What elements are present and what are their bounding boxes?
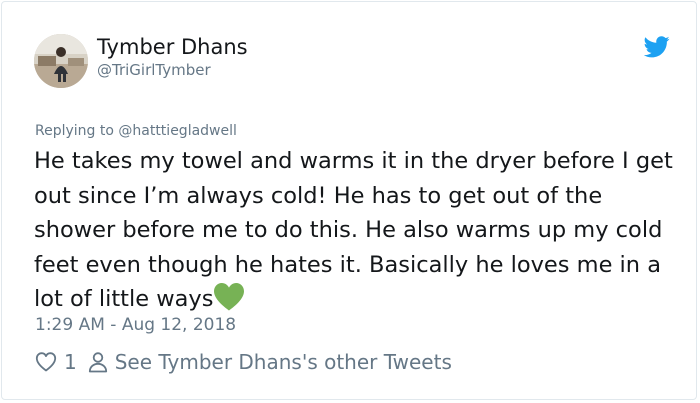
- like-count[interactable]: 1: [64, 350, 77, 374]
- reply-context[interactable]: Replying to @hatttiegladwell: [35, 122, 237, 140]
- green-heart-emoji: [213, 282, 245, 311]
- avatar-photo: [34, 34, 88, 88]
- heart-outline-icon[interactable]: [35, 351, 57, 373]
- twitter-bird-icon[interactable]: [644, 36, 670, 58]
- tweet-text: He takes my towel and warms it in the dr…: [34, 148, 673, 312]
- avatar[interactable]: [34, 34, 88, 88]
- other-tweets-link[interactable]: See Tymber Dhans's other Tweets: [115, 350, 452, 374]
- author-handle[interactable]: @TriGirlTymber: [97, 60, 211, 80]
- tweet-actions: 1 See Tymber Dhans's other Tweets: [35, 348, 452, 376]
- author-display-name[interactable]: Tymber Dhans: [97, 34, 248, 60]
- person-outline-icon[interactable]: [87, 351, 109, 373]
- tweet-body: He takes my towel and warms it in the dr…: [34, 144, 684, 317]
- timestamp[interactable]: 1:29 AM - Aug 12, 2018: [35, 314, 236, 336]
- tweet-card: Tymber Dhans @TriGirlTymber Replying to …: [1, 1, 697, 400]
